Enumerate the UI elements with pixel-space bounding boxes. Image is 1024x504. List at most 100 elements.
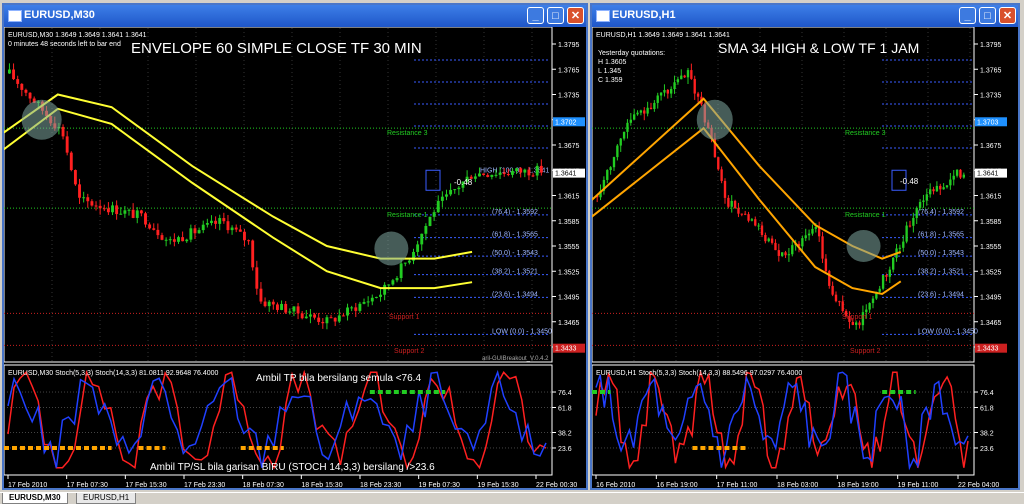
minimize-button[interactable]: _ (959, 7, 976, 24)
candle-body (308, 314, 312, 317)
candle-body (304, 316, 308, 319)
chart-window-eurusd-h1[interactable]: EURUSD,H1 _ □ ✕ (76.4) - 1.3592 (61.8) - … (590, 3, 1020, 490)
window-title: EURUSD,M30 (24, 9, 95, 21)
candle-body (222, 218, 226, 222)
candle-body (131, 209, 135, 218)
fibonacci-label: (76.4) - 1.3592 (918, 209, 964, 216)
candle-body (288, 311, 292, 313)
maximize-button[interactable]: □ (547, 7, 564, 24)
highlight-circle (374, 231, 409, 266)
candle-body (189, 228, 193, 240)
candle-body (868, 303, 871, 310)
candle-body (354, 307, 358, 311)
support-1-label: Support 1 (842, 314, 872, 321)
candle-body (898, 247, 902, 249)
candle-body (490, 174, 494, 177)
price-tag-label: 1.3702 (555, 119, 577, 126)
candle-body (300, 313, 304, 319)
candle-body (918, 201, 922, 208)
candle-body (740, 213, 743, 215)
candle-body (955, 169, 959, 176)
chart-icon (8, 10, 22, 22)
candle-body (609, 167, 612, 171)
window-titlebar[interactable]: EURUSD,H1 _ □ ✕ (592, 5, 1018, 27)
minimize-button[interactable]: _ (527, 7, 544, 24)
price-axis-label: 1.3675 (980, 143, 1002, 150)
candle-body (238, 229, 242, 232)
candle-body (478, 173, 481, 177)
window-titlebar[interactable]: EURUSD,M30 _ □ ✕ (4, 5, 586, 27)
main-price-pane[interactable] (4, 27, 553, 363)
resistance-3-label: Resistance 3 (387, 130, 428, 137)
price-axis-label: 1.3555 (980, 244, 1002, 251)
close-button[interactable]: ✕ (567, 7, 584, 24)
candle-body (313, 314, 316, 318)
candle-body (784, 252, 787, 256)
candle-body (321, 321, 325, 324)
candle-body (94, 205, 98, 207)
price-axis-label: 1.3585 (980, 219, 1002, 226)
candle-body (329, 317, 333, 319)
candle-body (720, 169, 723, 181)
maximize-button[interactable]: □ (979, 7, 996, 24)
candle-body (350, 307, 354, 309)
main-price-pane[interactable] (592, 27, 975, 363)
candle-body (391, 280, 395, 285)
candle-body (686, 70, 690, 78)
candle-body (636, 112, 639, 115)
price-axis-label: 1.3675 (558, 143, 580, 150)
candle-body (144, 213, 147, 225)
price-axis-label: 1.3795 (558, 42, 580, 49)
candle-body (449, 189, 453, 195)
candle-body (362, 302, 366, 304)
candle-body (115, 205, 119, 215)
candle-body (531, 175, 535, 177)
candle-body (486, 175, 490, 177)
candle-body (807, 233, 811, 236)
time-axis-label: 18 Feb 03:00 (777, 482, 818, 489)
support-2-label: Support 2 (850, 348, 880, 355)
chart-window-eurusd-m30[interactable]: EURUSD,M30 _ □ ✕ (76.4) - 1.3592 (61.8) -… (2, 3, 588, 490)
candle-body (649, 107, 653, 109)
candle-body (482, 173, 486, 176)
tab-eurusd-h1[interactable]: EURUSD,H1 (76, 493, 137, 504)
candle-body (424, 225, 428, 234)
time-axis-label: 19 Feb 07:30 (419, 482, 460, 489)
price-axis-label: 1.3735 (980, 93, 1002, 100)
candle-body (374, 296, 378, 298)
close-button[interactable]: ✕ (999, 7, 1016, 24)
candle-body (366, 301, 370, 303)
time-axis-label: 19 Feb 15:30 (477, 482, 518, 489)
candle-body (851, 321, 854, 325)
stochastic-level-label: 38.2 (980, 431, 994, 438)
tab-eurusd-m30[interactable]: EURUSD,M30 (2, 493, 68, 504)
candle-body (135, 210, 139, 218)
candle-body (791, 245, 794, 255)
stochastic-note-bottom: Ambil TP/SL bila garisan BIRU (STOCH 14,… (150, 462, 435, 473)
candle-body (20, 83, 24, 90)
candle-body (659, 92, 663, 96)
time-axis-label: 16 Feb 19:00 (656, 482, 697, 489)
candle-body (821, 236, 824, 259)
candle-body (276, 304, 279, 310)
candle-body (210, 220, 213, 224)
candle-body (949, 179, 952, 186)
candle-body (935, 185, 939, 192)
candle-body (502, 172, 506, 175)
candle-body (370, 297, 374, 302)
chart-area[interactable]: (76.4) - 1.3592 (61.8) - 1.3565 (50.0) - 1… (4, 27, 586, 489)
candle-body (824, 258, 828, 272)
price-axis-label: 1.3495 (980, 295, 1002, 302)
candle-body (234, 227, 238, 230)
window-title: EURUSD,H1 (612, 9, 676, 21)
candle-body (754, 219, 757, 226)
candle-body (915, 207, 918, 218)
candle-body (663, 89, 666, 93)
candle-body (737, 207, 740, 214)
candle-body (834, 294, 838, 302)
candle-body (622, 131, 626, 139)
candle-body (690, 70, 693, 79)
chart-area[interactable]: (76.4) - 1.3592 (61.8) - 1.3565 (50.0) - 1… (592, 27, 1018, 489)
candle-body (317, 317, 321, 322)
candle-body (230, 227, 234, 231)
